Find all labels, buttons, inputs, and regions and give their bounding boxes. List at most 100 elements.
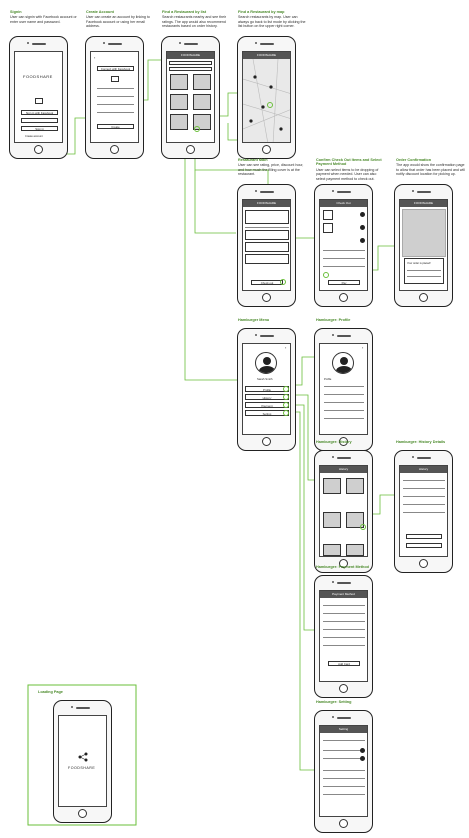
phone-loading-page: FOODSHARE — [53, 700, 112, 823]
logo-icon — [35, 98, 43, 104]
annotation-hamburger-history: Hamburger: History — [316, 440, 352, 444]
screen-loading-page: FOODSHARE — [58, 715, 107, 807]
history-card[interactable] — [346, 544, 364, 556]
annotation-hamburger-history-details: Hamburger: History Details — [396, 440, 446, 444]
list-header: FOODSHARE — [180, 53, 200, 57]
reorder-button[interactable] — [406, 534, 442, 539]
payment-header: Payment Method — [332, 592, 355, 596]
annotation-hamburger-setting: Hamburger: Setting — [316, 700, 352, 704]
annotation-create-account: Create Account User can create an account… — [86, 10, 150, 29]
item-thumb — [323, 210, 333, 220]
history-card[interactable] — [346, 478, 364, 494]
history-card[interactable] — [323, 544, 341, 556]
screen-hamburger-payment: Payment Method Add Card — [319, 590, 368, 682]
screen-hamburger-history-details: History — [399, 465, 448, 557]
screen-hamburger-menu: ‹ Sarah Smith Profile History Payment Se… — [242, 343, 291, 435]
map-area[interactable] — [243, 59, 291, 143]
close-icon[interactable]: ‹ — [285, 345, 286, 350]
screen-hamburger-history: History — [319, 465, 368, 557]
screen-find-map: FOODSHARE — [242, 51, 291, 143]
screen-hamburger-profile: ‹ Profile — [319, 343, 368, 435]
username-field[interactable] — [21, 118, 58, 123]
map-header: FOODSHARE — [256, 53, 276, 57]
screen-confirm-order: Check Out Pay — [319, 199, 368, 291]
add-card-button[interactable]: Add Card — [328, 661, 360, 666]
annotation-hamburger-profile: Hamburger: Profile — [316, 318, 351, 322]
screen-restaurant-main: FOODSHARE Check out — [242, 199, 291, 291]
screen-hamburger-setting: Setting — [319, 725, 368, 817]
loading-logo-text: FOODSHARE — [68, 766, 96, 770]
annotation-hamburger-payment: Hamburger: Payment Method — [316, 565, 369, 569]
phone-hamburger-profile: ‹ Profile — [314, 328, 373, 451]
restaurant-header: FOODSHARE — [256, 201, 276, 205]
checkout-button[interactable]: Check out — [251, 280, 283, 285]
create-account-link[interactable]: Create account — [25, 135, 43, 138]
annotation-confirm-order: Confirm Check Out Items and Select Payme… — [316, 158, 382, 181]
toggle-switch[interactable] — [360, 748, 365, 753]
facebook-signin-button[interactable]: Sign in with Facebook — [21, 110, 58, 115]
avatar — [255, 352, 277, 374]
annotation-find-map: Find a Restaurant by map Search restauran… — [238, 10, 306, 29]
phone-hamburger-history-details: History — [394, 450, 453, 573]
confirm-header: Check Out — [336, 201, 351, 205]
phone-hamburger-history: History — [314, 450, 373, 573]
restaurant-card[interactable] — [170, 114, 188, 130]
photo-icon — [111, 76, 119, 82]
phone-create-account: ‹ Connect with Facebook Create — [85, 36, 144, 159]
annotation-restaurant-main: Restaurant Main User can see rating, pric… — [238, 158, 304, 177]
screen-order-confirmation: FOODSHARE Your order is placed! — [399, 199, 448, 291]
annotation-order-confirmation: Order Confirmation The app would show the… — [396, 158, 465, 177]
menu-item[interactable] — [245, 230, 289, 240]
annotation-loading-page: Loading Page — [38, 690, 63, 694]
phone-hamburger-menu: ‹ Sarah Smith Profile History Payment Se… — [237, 328, 296, 451]
screen-find-list: FOODSHARE — [166, 51, 215, 143]
history-header: History — [338, 467, 349, 471]
menu-item[interactable] — [245, 242, 289, 252]
restaurant-card[interactable] — [193, 74, 211, 90]
user-name: Sarah Smith — [257, 377, 273, 381]
restaurant-card[interactable] — [193, 94, 211, 110]
screen-create-account: ‹ Connect with Facebook Create — [90, 51, 139, 143]
history-details-header: History — [418, 467, 429, 471]
phone-hamburger-payment: Payment Method Add Card — [314, 575, 373, 698]
history-card[interactable] — [323, 478, 341, 494]
phone-signin: FOODSHARE Sign in with Facebook Sign in … — [9, 36, 68, 159]
confirmation-message: Your order is placed! — [407, 262, 431, 265]
remove-icon[interactable] — [360, 225, 365, 230]
confirmation-header: FOODSHARE — [413, 201, 433, 205]
dimmed-background — [402, 209, 446, 257]
restaurant-card[interactable] — [170, 94, 188, 110]
restaurant-photo — [245, 210, 289, 224]
phone-hamburger-setting: Setting — [314, 710, 373, 833]
phone-confirm-order: Check Out Pay — [314, 184, 373, 307]
toggle-switch[interactable] — [360, 756, 365, 761]
item-thumb — [323, 223, 333, 233]
annotation-signin: Signin User can signin with Facebook acco… — [10, 10, 77, 24]
menu-item[interactable] — [245, 254, 289, 264]
rate-button[interactable] — [406, 543, 442, 548]
phone-order-confirmation: FOODSHARE Your order is placed! — [394, 184, 453, 307]
history-card[interactable] — [323, 512, 341, 528]
phone-restaurant-main: FOODSHARE Check out — [237, 184, 296, 307]
back-icon[interactable]: ‹ — [362, 345, 363, 350]
filter-bar[interactable] — [169, 67, 212, 71]
setting-header: Setting — [338, 727, 349, 731]
annotation-find-list: Find a Restaurant by list Search restaura… — [162, 10, 227, 29]
logo-text: FOODSHARE — [23, 74, 53, 79]
restaurant-card[interactable] — [170, 74, 188, 90]
pay-button[interactable]: Pay — [328, 280, 360, 285]
facebook-connect-button[interactable]: Connect with Facebook — [97, 66, 134, 71]
remove-icon[interactable] — [360, 238, 365, 243]
search-input[interactable] — [169, 61, 212, 65]
screen-signin: FOODSHARE Sign in with Facebook Sign in … — [14, 51, 63, 143]
signin-button[interactable]: Sign in — [21, 126, 58, 131]
share-logo-icon — [78, 752, 88, 762]
annotation-hamburger-menu: Hamburger Menu — [238, 318, 270, 322]
back-icon[interactable]: ‹ — [94, 55, 95, 60]
profile-header: Profile — [324, 378, 332, 381]
remove-icon[interactable] — [360, 212, 365, 217]
create-button[interactable]: Create — [97, 124, 134, 129]
profile-avatar — [332, 352, 354, 374]
phone-find-list: FOODSHARE — [161, 36, 220, 159]
phone-find-map: FOODSHARE — [237, 36, 296, 159]
